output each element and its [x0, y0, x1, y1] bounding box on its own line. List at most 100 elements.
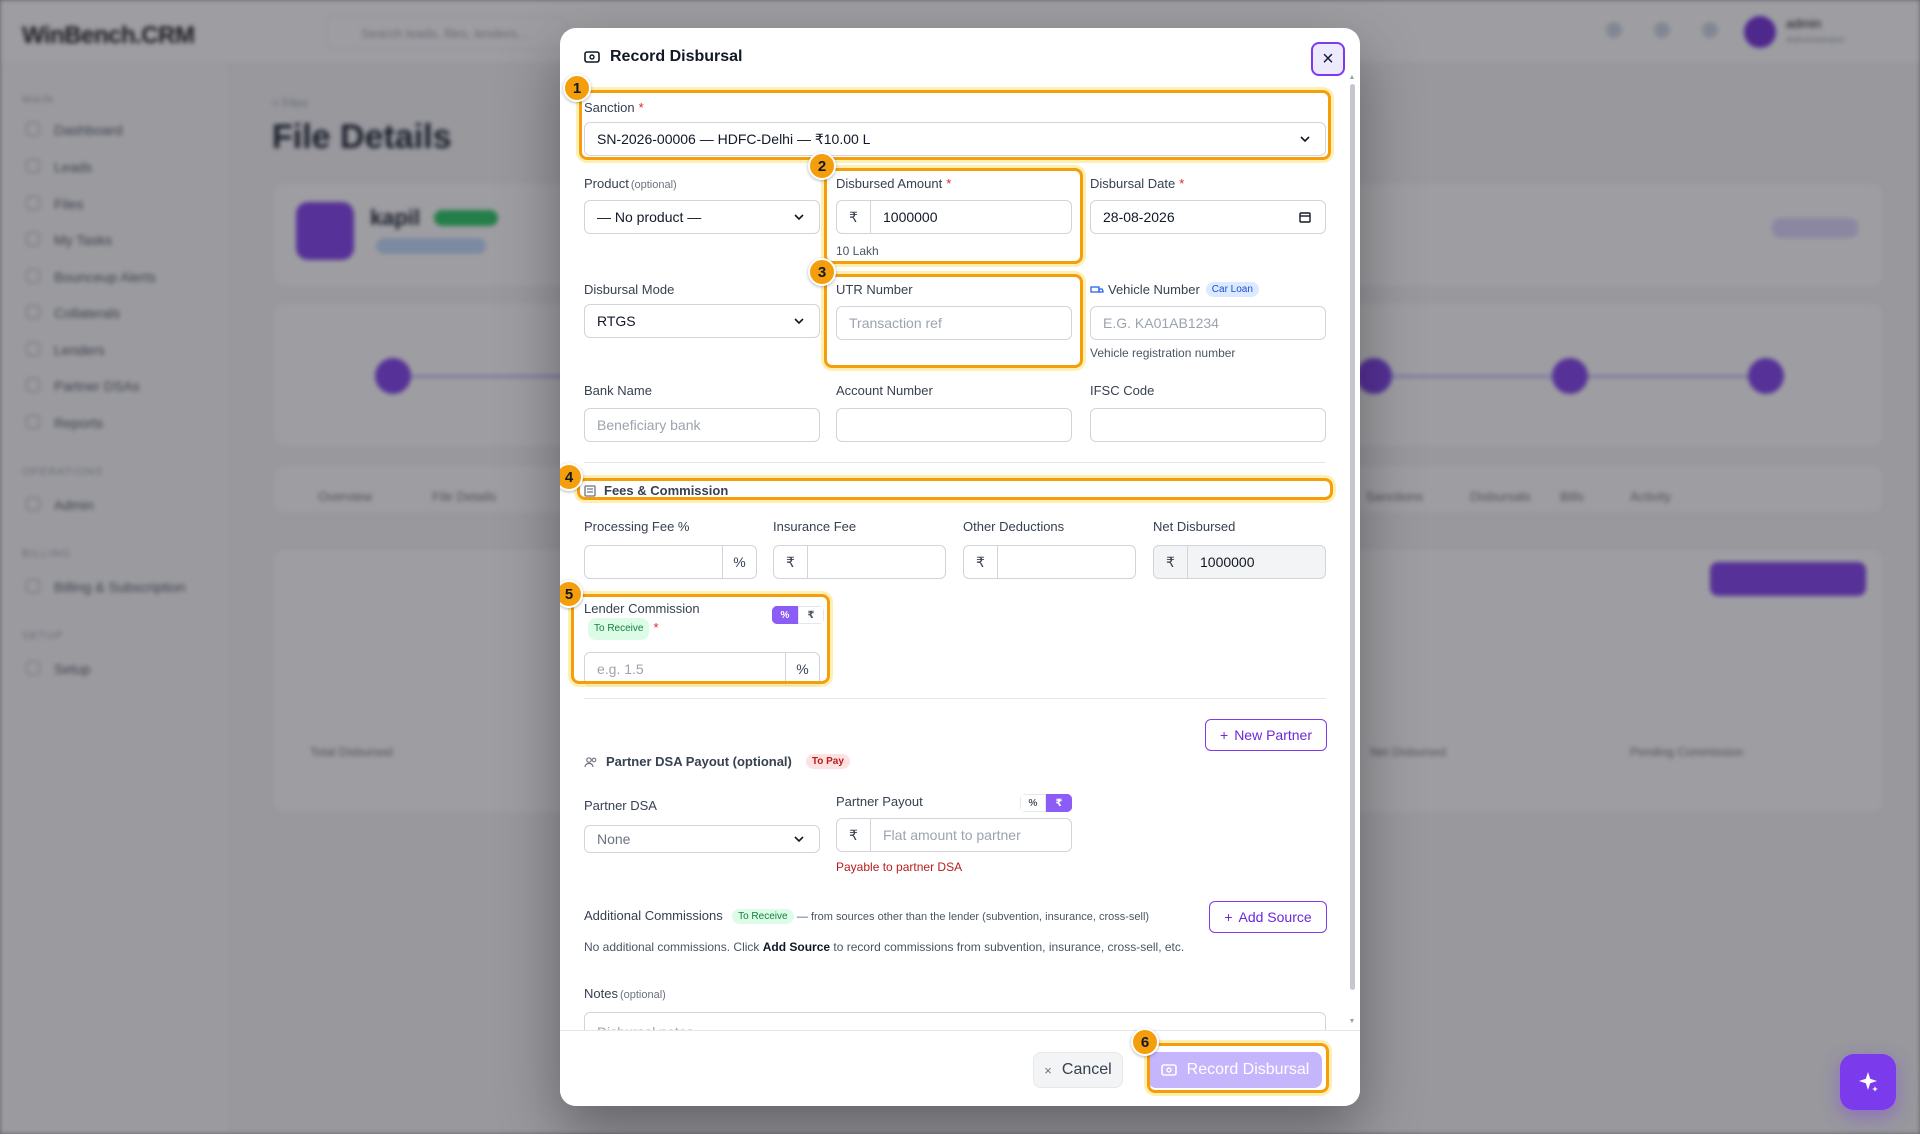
rupee-addon: ₹ [837, 201, 871, 233]
lender-commission-placeholder: e.g. 1.5 [597, 661, 644, 677]
insurance-fee-label: Insurance Fee [773, 519, 857, 534]
ai-assistant-button[interactable] [1840, 1054, 1896, 1110]
chevron-down-icon [1300, 136, 1310, 143]
partner-section-title: Partner DSA Payout (optional) To Pay [584, 754, 850, 769]
close-button[interactable]: × [1311, 42, 1345, 76]
partner-payout-input[interactable]: ₹ Flat amount to partner [836, 818, 1072, 852]
additional-commissions-label: Additional Commissions To Receive — from… [584, 908, 1150, 924]
section-divider [584, 462, 1326, 463]
rupee-addon: ₹ [964, 546, 998, 578]
modal-scrollbar[interactable] [1350, 84, 1355, 990]
to-pay-badge: To Pay [805, 754, 850, 769]
marker-3: 3 [808, 258, 836, 286]
other-deductions-input[interactable]: ₹ [963, 545, 1136, 579]
disbursal-mode-select[interactable]: RTGS [584, 304, 820, 338]
sanction-value: SN-2026-00006 — HDFC-Delhi — ₹10.00 L [597, 130, 871, 147]
lender-commission-label: Lender Commission To Receive * [584, 600, 700, 640]
ifsc-code-input[interactable] [1090, 408, 1326, 442]
disbursal-date-label: Disbursal Date * [1090, 176, 1185, 191]
vehicle-number-input[interactable]: E.G. KA01AB1234 [1090, 306, 1326, 340]
disbursal-mode-value: RTGS [597, 313, 636, 329]
percent-addon: % [785, 653, 819, 685]
net-disbursed-value: 1000000 [1200, 554, 1255, 570]
partner-dsa-value: None [597, 831, 631, 847]
sanction-label: Sanction * [584, 100, 644, 115]
insurance-fee-input[interactable]: ₹ [773, 545, 946, 579]
partner-payout-label: Partner Payout [836, 794, 923, 809]
users-icon [584, 756, 597, 767]
fees-section-title: Fees & Commission [584, 483, 728, 498]
add-source-button[interactable]: + Add Source [1209, 901, 1327, 933]
scroll-up-arrow[interactable]: ▲ [1348, 74, 1356, 81]
disbursal-date-input[interactable]: 28-08-2026 [1090, 200, 1326, 234]
disbursed-amount-help: 10 Lakh [836, 244, 879, 258]
chevron-down-icon [794, 318, 804, 325]
close-icon: × [1044, 1062, 1052, 1078]
percent-addon: % [722, 546, 756, 578]
receipt-icon [584, 484, 596, 497]
net-disbursed-field: ₹ 1000000 [1153, 545, 1326, 579]
record-disbursal-modal: Record Disbursal × ▲ ▼ Sanction * SN-2026… [560, 28, 1360, 1106]
calendar-icon[interactable] [1299, 211, 1311, 223]
to-receive-badge: To Receive [732, 909, 794, 924]
modal-footer: × Cancel Record Disbursal [560, 1030, 1360, 1106]
partner-dsa-select[interactable]: None [584, 825, 820, 853]
truck-icon [1090, 285, 1104, 293]
disbursal-mode-label: Disbursal Mode [584, 282, 675, 297]
car-loan-badge: Car Loan [1205, 282, 1259, 297]
rupee-toggle[interactable]: ₹ [1046, 794, 1072, 812]
rupee-addon: ₹ [774, 546, 808, 578]
product-label: Product (optional) [584, 176, 677, 191]
section-divider [584, 698, 1326, 699]
record-disbursal-button[interactable]: Record Disbursal [1148, 1052, 1322, 1088]
modal-title: Record Disbursal [610, 48, 743, 65]
net-disbursed-label: Net Disbursed [1153, 519, 1236, 534]
vehicle-number-help: Vehicle registration number [1090, 346, 1236, 360]
plus-icon: + [1224, 909, 1233, 925]
processing-fee-input[interactable]: % [584, 545, 757, 579]
disbursed-amount-input[interactable]: ₹ 1000000 [836, 200, 1072, 234]
processing-fee-label: Processing Fee % [584, 519, 690, 534]
lender-commission-mode-toggle[interactable]: % ₹ [772, 606, 824, 624]
utr-number-placeholder: Transaction ref [849, 315, 942, 331]
marker-5: 5 [560, 580, 583, 608]
disbursed-amount-label: Disbursed Amount * [836, 176, 952, 191]
product-value: — No product — [597, 209, 702, 225]
account-number-label: Account Number [836, 383, 933, 398]
sanction-select[interactable]: SN-2026-00006 — HDFC-Delhi — ₹10.00 L [584, 122, 1326, 156]
chevron-down-icon [794, 836, 804, 843]
scroll-down-arrow[interactable]: ▼ [1348, 1018, 1356, 1025]
chevron-down-icon [794, 214, 804, 221]
bank-name-label: Bank Name [584, 383, 652, 398]
partner-payout-placeholder: Flat amount to partner [883, 827, 1021, 843]
utr-number-input[interactable]: Transaction ref [836, 306, 1072, 340]
rupee-addon: ₹ [837, 819, 871, 851]
vehicle-number-placeholder: E.G. KA01AB1234 [1103, 315, 1219, 331]
rupee-toggle[interactable]: ₹ [798, 606, 824, 624]
new-partner-button[interactable]: + New Partner [1205, 719, 1327, 751]
marker-1: 1 [563, 74, 591, 102]
disbursed-amount-value: 1000000 [883, 209, 938, 225]
marker-4: 4 [560, 463, 583, 491]
product-select[interactable]: — No product — [584, 200, 820, 234]
other-deductions-label: Other Deductions [963, 519, 1065, 534]
bank-name-placeholder: Beneficiary bank [597, 417, 701, 433]
cash-icon [584, 51, 600, 63]
modal-header: Record Disbursal [584, 48, 742, 66]
additional-commissions-empty: No additional commissions. Click Add Sou… [584, 940, 1185, 954]
percent-toggle[interactable]: % [1020, 794, 1046, 812]
percent-toggle[interactable]: % [772, 606, 798, 624]
partner-payout-help: Payable to partner DSA [836, 860, 963, 874]
plus-icon: + [1220, 727, 1229, 743]
partner-payout-mode-toggle[interactable]: % ₹ [1020, 794, 1072, 812]
bank-name-input[interactable]: Beneficiary bank [584, 408, 820, 442]
marker-2: 2 [808, 152, 836, 180]
cancel-button[interactable]: × Cancel [1033, 1052, 1123, 1088]
rupee-addon: ₹ [1154, 546, 1188, 578]
vehicle-number-label: Vehicle Number Car Loan [1090, 282, 1259, 297]
notes-label: Notes (optional) [584, 986, 666, 1001]
marker-6: 6 [1131, 1028, 1159, 1056]
lender-commission-input[interactable]: e.g. 1.5 % [584, 652, 820, 686]
disbursal-date-value: 28-08-2026 [1103, 209, 1175, 225]
account-number-input[interactable] [836, 408, 1072, 442]
